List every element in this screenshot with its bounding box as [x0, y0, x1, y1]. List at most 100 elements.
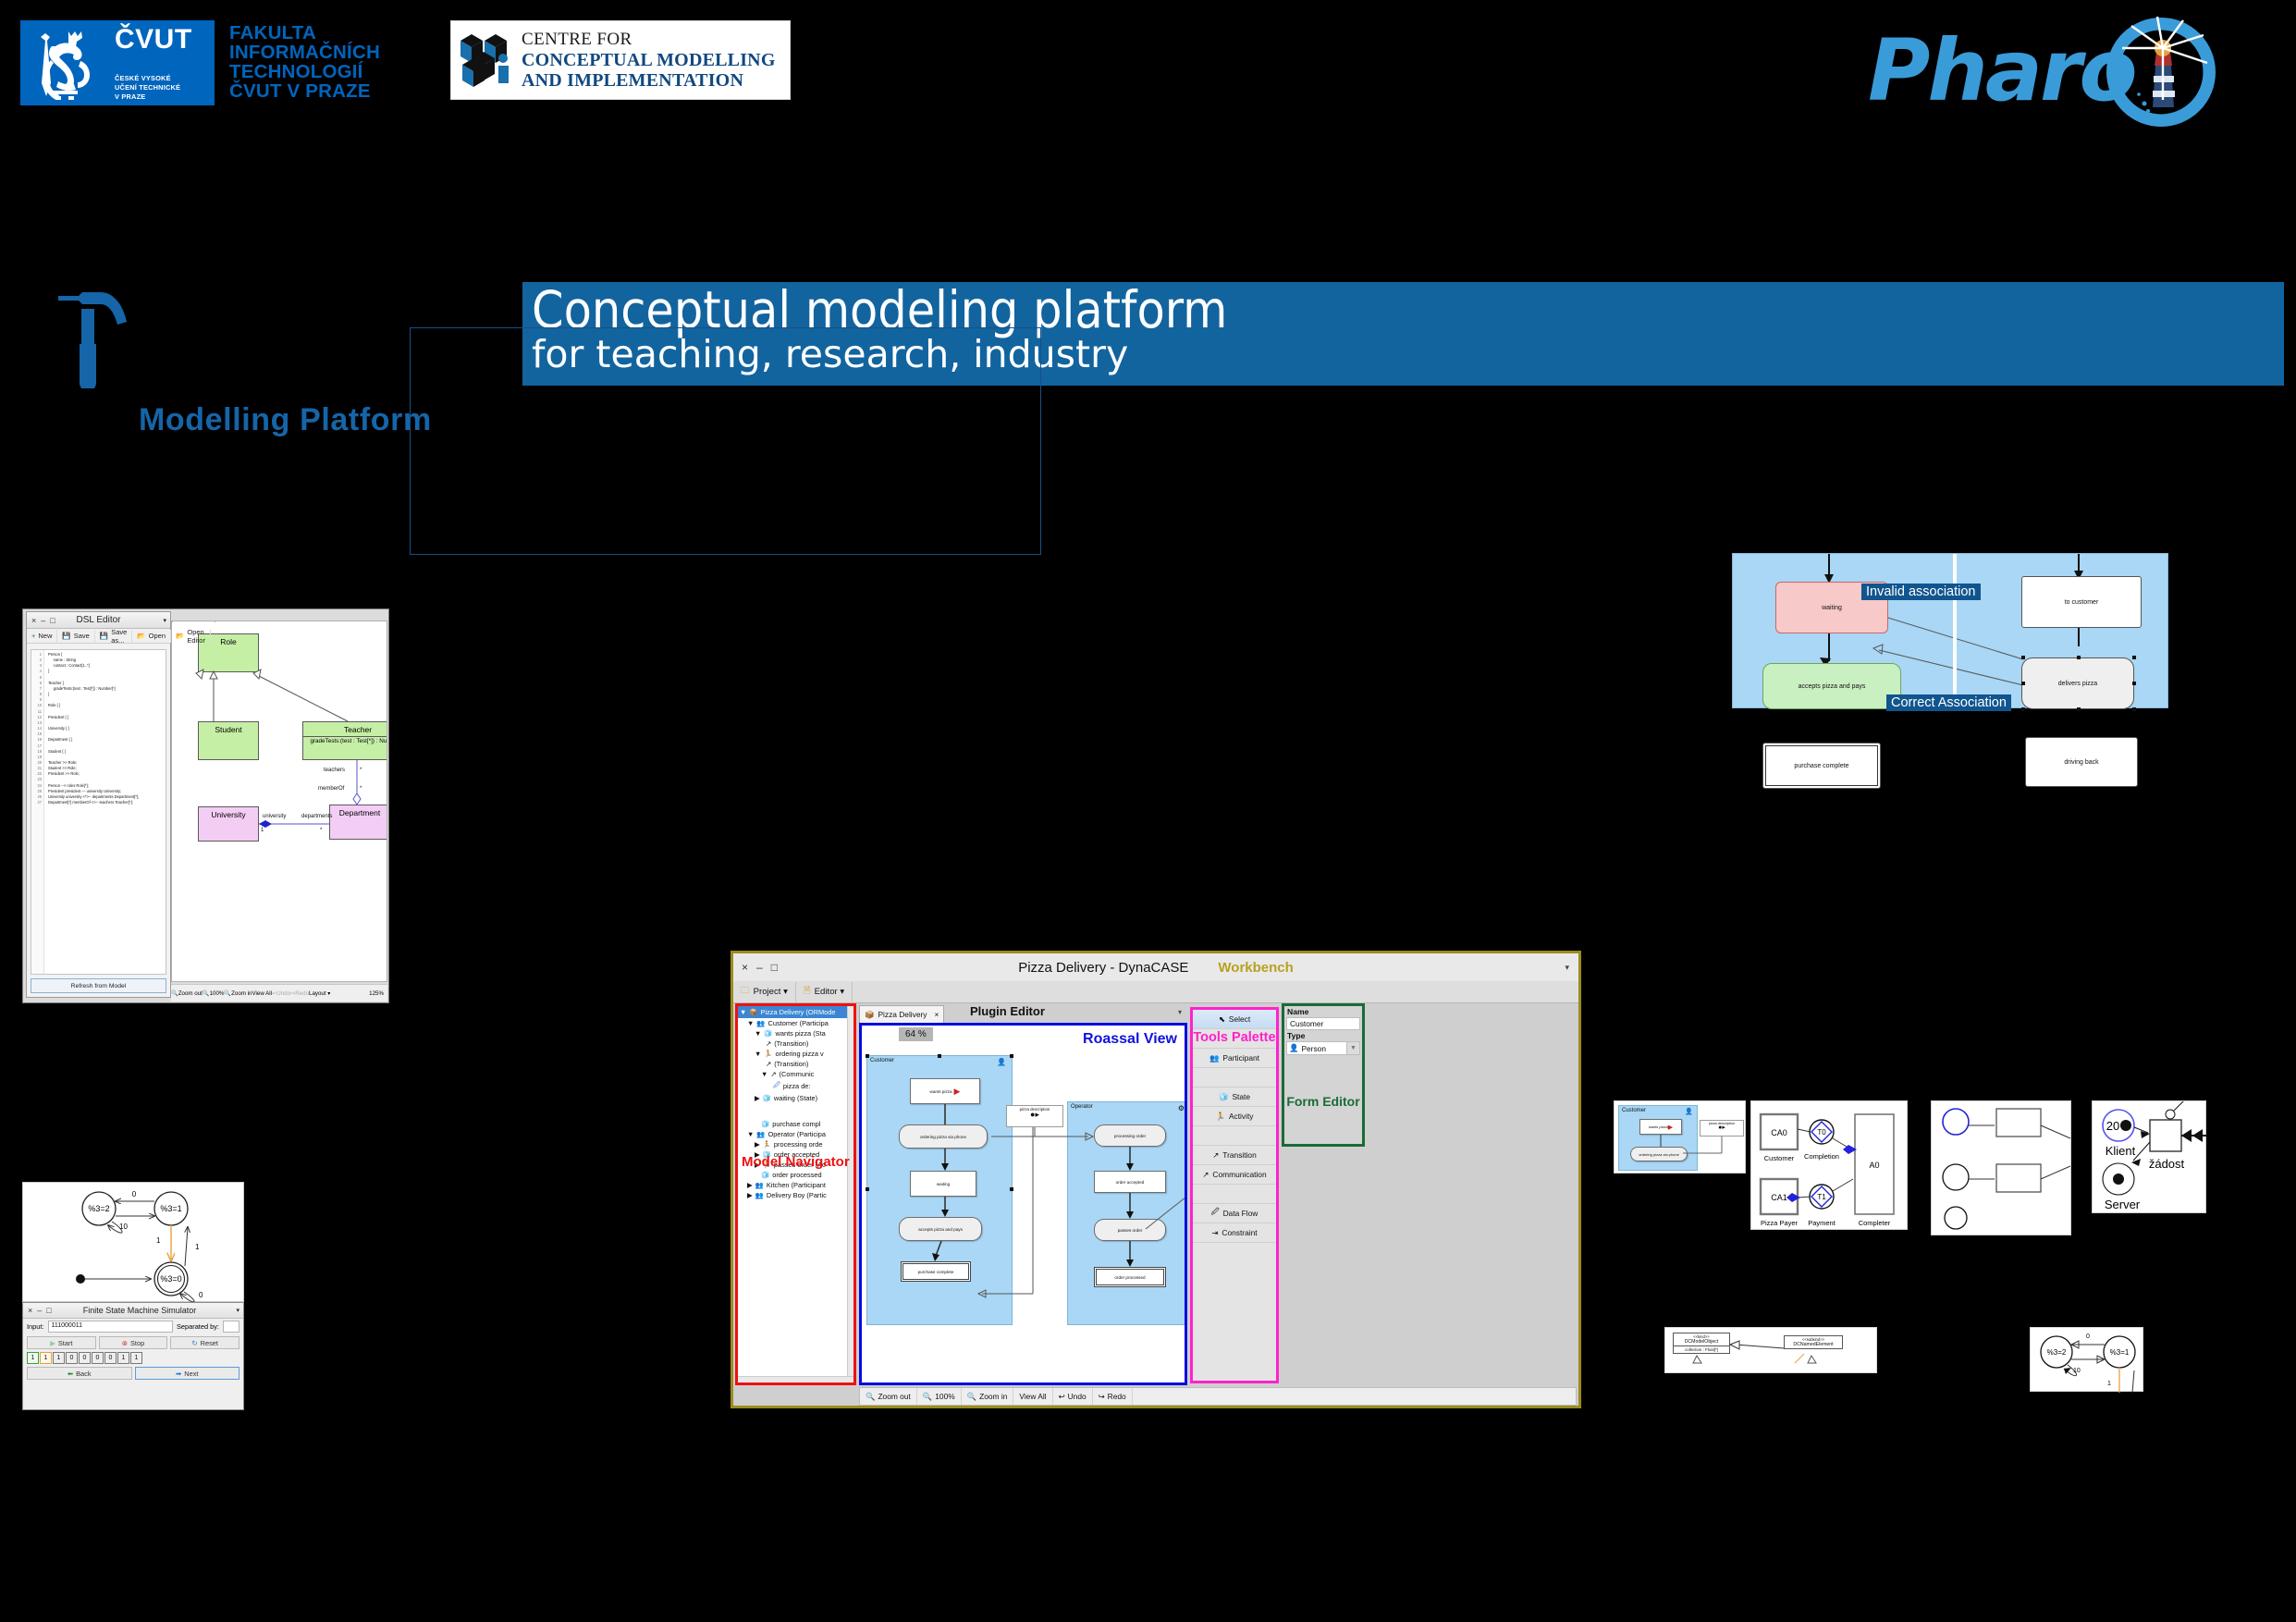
selection-handle[interactable]: [2132, 682, 2136, 685]
tools-palette-panel[interactable]: ⬉ Select 👥 Participant 🧊 State 🏃 Activity ↗ T…: [1190, 1007, 1279, 1383]
status-view-all-button[interactable]: View All: [252, 990, 272, 997]
redo-button[interactable]: ↪ Redo: [1093, 1388, 1133, 1405]
mini-diagram-kitchen[interactable]: [1931, 1100, 2071, 1235]
tape-cell[interactable]: 1: [27, 1352, 39, 1364]
palette-item-participant[interactable]: 👥 Participant: [1193, 1049, 1276, 1068]
dsl-code-editor[interactable]: 1 2 3 4 5 6 7 8 9 10 11 12 13 14 15 16 1…: [31, 649, 166, 975]
project-menu[interactable]: 🗀 Project ▾: [733, 981, 796, 1002]
type-select[interactable]: 👤 Person ▼: [1286, 1041, 1360, 1055]
fsm-diagram-canvas[interactable]: %3=2 %3=1 %3=0 0 10 1 1 0: [22, 1182, 244, 1303]
undo-button[interactable]: ↩ Undo: [1053, 1388, 1093, 1405]
zoom-level[interactable]: 🔍 100%: [917, 1388, 962, 1405]
tape-cell[interactable]: 0: [104, 1352, 117, 1364]
lane-operator[interactable]: Operator ⚙ processing order order accept…: [1067, 1101, 1185, 1325]
node-processing-order[interactable]: processing order: [1094, 1124, 1166, 1147]
expander-icon[interactable]: ▼: [747, 1019, 754, 1027]
node-purchase-complete[interactable]: purchase complete: [1762, 743, 1881, 789]
tree-row-order-processed[interactable]: 🧊 order processed: [738, 1170, 853, 1180]
tree-row-purchase-complete[interactable]: 🧊 purchase compl: [738, 1119, 853, 1129]
selection-handle[interactable]: [866, 1187, 869, 1191]
model-navigator-panel[interactable]: ▼ 📦 Pizza Delivery (ORMode ▼ 👥 Customer (P…: [735, 1003, 856, 1385]
node-wants-pizza[interactable]: wants pizza ▶: [910, 1078, 980, 1104]
dataflow-pizza-description[interactable]: pizza description ●▸: [1006, 1105, 1063, 1127]
status-layout-menu[interactable]: Layout ▾: [309, 990, 330, 997]
form-editor-panel[interactable]: Name Customer Type 👤 Person ▼ Form Edito…: [1282, 1003, 1365, 1147]
start-button[interactable]: ▶ Start: [27, 1336, 96, 1349]
roassal-canvas[interactable]: 64 % Roassal View Customer 👤 wants pizza…: [859, 1023, 1187, 1385]
navigator-horizontal-scrollbar[interactable]: [738, 1376, 853, 1382]
mini-diagram-customer-lane[interactable]: Customer 👤 wants pizza ▶ ordering pizza v…: [1614, 1100, 1746, 1173]
open-button[interactable]: 📂 Open: [132, 629, 172, 643]
chevron-down-icon[interactable]: ▾: [1178, 1008, 1182, 1016]
open-editor-button[interactable]: 📂 Open Editor: [171, 628, 211, 645]
tape-cell[interactable]: 1: [117, 1352, 129, 1364]
class-diagram-canvas[interactable]: oname × Role Student Teacher gradeTests:…: [171, 621, 387, 982]
node-driving-back[interactable]: driving back: [2025, 737, 2138, 787]
selection-handle[interactable]: [1010, 1054, 1013, 1058]
stop-button[interactable]: ⊗ Stop: [98, 1336, 168, 1349]
palette-item-activity[interactable]: 🏃 Activity: [1193, 1107, 1276, 1126]
selection-handle[interactable]: [2077, 656, 2081, 659]
tree-row-pizza-description[interactable]: 🖉 pizza de:: [738, 1079, 853, 1093]
minimize-icon[interactable]: –: [37, 1306, 42, 1315]
selection-handle[interactable]: [2021, 656, 2025, 659]
save-as-button[interactable]: 💾 Save as...: [95, 628, 133, 645]
palette-item-constraint[interactable]: ⇥ Constraint: [1193, 1223, 1276, 1243]
palette-item-state[interactable]: 🧊 State: [1193, 1087, 1276, 1107]
node-order-processed[interactable]: order processed: [1094, 1267, 1166, 1287]
expander-icon[interactable]: ▼: [740, 1008, 746, 1016]
tree-row-transition-1[interactable]: ↗ (Transition): [738, 1038, 853, 1049]
expander-icon[interactable]: ▼: [747, 1130, 754, 1138]
node-order-accepted[interactable]: order accepted: [1094, 1171, 1166, 1193]
node-ordering-pizza[interactable]: ordering pizza via phone: [899, 1124, 988, 1149]
selection-handle[interactable]: [2132, 656, 2136, 659]
tree-row-delivery-boy[interactable]: ▶ 👥 Delivery Boy (Partic: [738, 1190, 853, 1200]
node-waiting[interactable]: waiting: [910, 1171, 976, 1197]
selection-handle[interactable]: [2077, 707, 2081, 711]
close-icon[interactable]: ×: [935, 1010, 939, 1019]
expander-icon[interactable]: ▶: [755, 1094, 760, 1102]
expander-icon[interactable]: ▼: [761, 1070, 767, 1078]
zoom-in-button[interactable]: 🔍 Zoom in: [962, 1388, 1014, 1405]
tape-cell[interactable]: 1: [40, 1352, 52, 1364]
status-zoom-in-button[interactable]: 🔍Zoom in: [224, 989, 252, 997]
back-button[interactable]: ⬅ Back: [27, 1367, 132, 1380]
next-button[interactable]: ➡ Next: [134, 1367, 239, 1380]
fsm-input-field[interactable]: 111000011: [47, 1321, 173, 1333]
selection-handle[interactable]: [2021, 707, 2025, 711]
node-accepts-pizza[interactable]: accepts pizza and pays: [899, 1217, 982, 1241]
tape-cell[interactable]: 1: [130, 1352, 142, 1364]
node-to-customer[interactable]: to customer: [2021, 576, 2142, 628]
tree-row-waiting[interactable]: ▶ 🧊 waiting (State): [738, 1093, 853, 1103]
selection-handle[interactable]: [2021, 682, 2025, 685]
tape-cell[interactable]: 0: [66, 1352, 78, 1364]
tree-row-customer[interactable]: ▼ 👥 Customer (Participa: [738, 1018, 853, 1028]
mini-diagram-petri-net[interactable]: CA0 Customer CA1 Pizza Payer T0 Completi…: [1750, 1100, 1908, 1230]
expander-icon[interactable]: ▼: [755, 1029, 761, 1038]
status-zoom-out-button[interactable]: 🔍Zoom out: [171, 989, 203, 997]
tree-row-ordering-pizza[interactable]: ▼ 🏃 ordering pizza v: [738, 1049, 853, 1059]
separator-field[interactable]: [223, 1321, 239, 1333]
tree-row-processing-order[interactable]: ▶ 🏃 processing orde: [738, 1139, 853, 1149]
expander-icon[interactable]: ▶: [747, 1181, 753, 1189]
refresh-from-model-button[interactable]: Refresh from Model: [31, 978, 166, 993]
tape-cell[interactable]: 1: [53, 1352, 65, 1364]
status-zoom-level[interactable]: 🔍100%: [203, 989, 225, 997]
tab-pizza-delivery[interactable]: 📦 Pizza Delivery ×: [859, 1005, 945, 1023]
save-button[interactable]: 💾 Save: [57, 629, 95, 643]
chevron-down-icon[interactable]: ▾: [163, 617, 166, 624]
palette-item-data-flow[interactable]: 🖉 Data Flow: [1193, 1204, 1276, 1223]
node-delivers-pizza[interactable]: delivers pizza: [2021, 657, 2134, 709]
tape-cell[interactable]: 0: [92, 1352, 104, 1364]
lane-customer[interactable]: Customer 👤 wants pizza ▶ ordering pizza v…: [866, 1054, 1013, 1325]
expander-icon[interactable]: ▼: [755, 1050, 761, 1058]
mini-diagram-fsm[interactable]: %3=2 %3=1 0 10 1: [2030, 1327, 2143, 1393]
selection-handle[interactable]: [2132, 707, 2136, 711]
tree-row-operator[interactable]: ▼ 👥 Operator (Participa: [738, 1129, 853, 1139]
mini-diagram-klient-server[interactable]: 20 Klient Server žádost: [2092, 1100, 2207, 1213]
expander-icon[interactable]: ▶: [747, 1191, 753, 1199]
expander-icon[interactable]: ▶: [755, 1140, 760, 1149]
node-passes-order[interactable]: passes order: [1094, 1219, 1166, 1241]
tree-row-kitchen[interactable]: ▶ 👥 Kitchen (Participant: [738, 1180, 853, 1190]
tree-row-transition-2[interactable]: ↗ (Transition): [738, 1059, 853, 1069]
